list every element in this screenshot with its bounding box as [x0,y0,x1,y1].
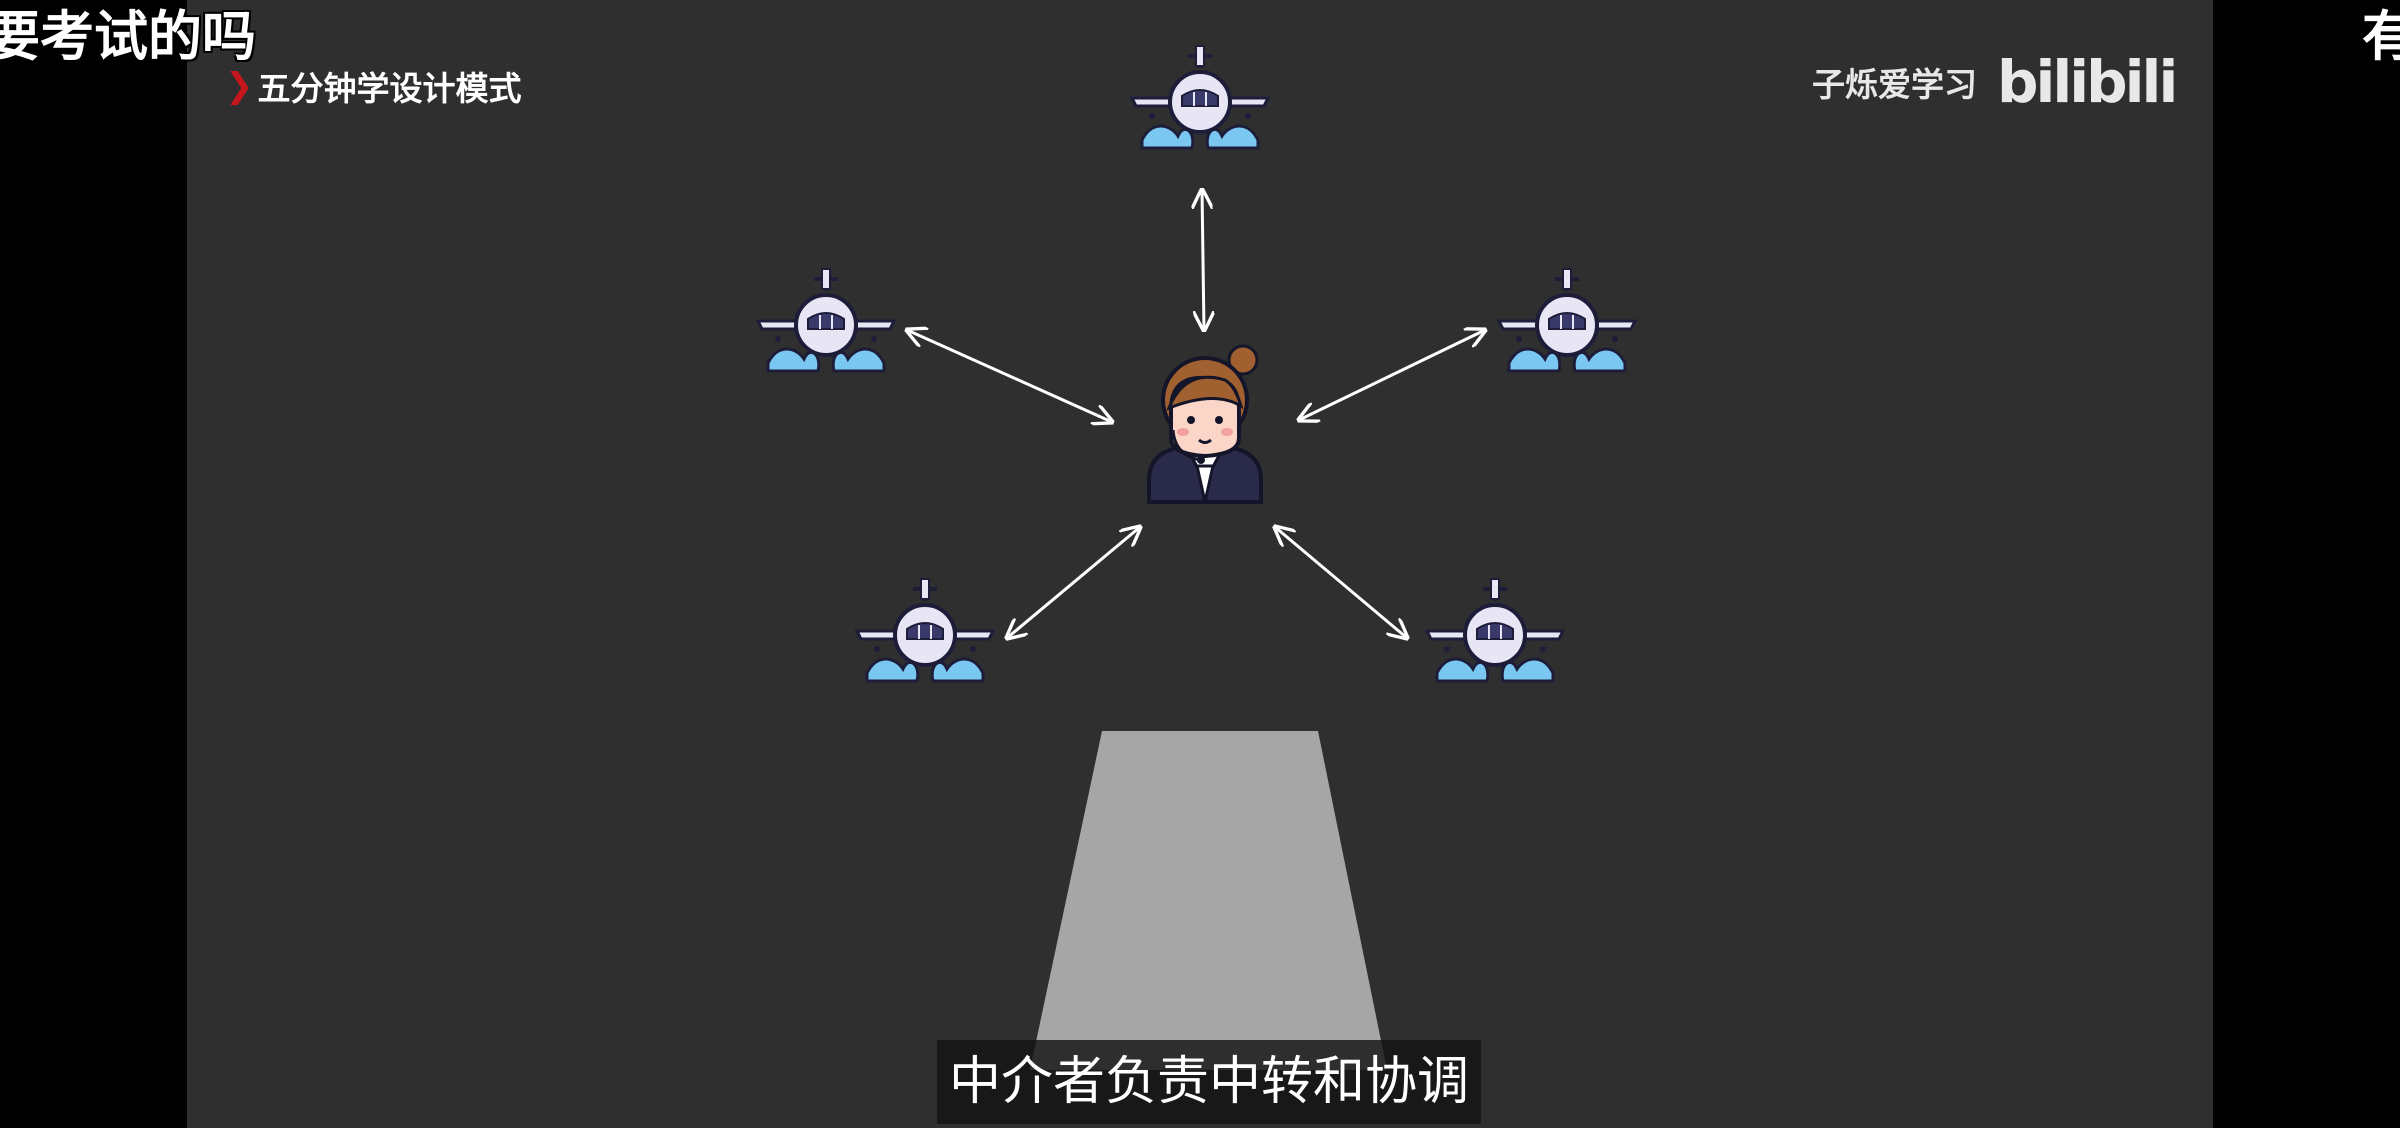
mediator-diagram [756,44,1637,1070]
arrow-upper-left [907,330,1112,422]
airplane-icon [1130,44,1270,150]
air-traffic-controller-icon [1147,344,1263,504]
channel-name: 子烁爱学习 [1812,65,1977,104]
arrow-upper-right [1299,330,1485,420]
airplane-icon [1425,577,1565,683]
arrow-lower-right [1275,527,1407,638]
chevron-right-icon: ❯ [225,66,254,106]
danmaku-comment: 有 [2362,5,2400,68]
runway [1030,731,1387,1070]
subtitle-caption: 中介者负责中转和协调 [937,1040,1482,1124]
bilibili-logo: bilibili [1997,48,2178,116]
channel-watermark: 子烁爱学习 bilibili [1812,48,2178,116]
arrow-top [1202,190,1204,330]
video-frame[interactable]: ❯ 五分钟学设计模式 子烁爱学习 bilibili 中介者负责中转和协调 [187,0,2213,1128]
series-title: ❯ 五分钟学设计模式 [225,62,522,110]
airplane-icon [855,577,995,683]
airplane-icon [1497,267,1637,373]
danmaku-comment: 要考试的吗 [0,5,256,68]
series-title-text: 五分钟学设计模式 [257,69,522,108]
arrow-lower-left [1007,527,1140,638]
airplane-icon [756,267,896,373]
